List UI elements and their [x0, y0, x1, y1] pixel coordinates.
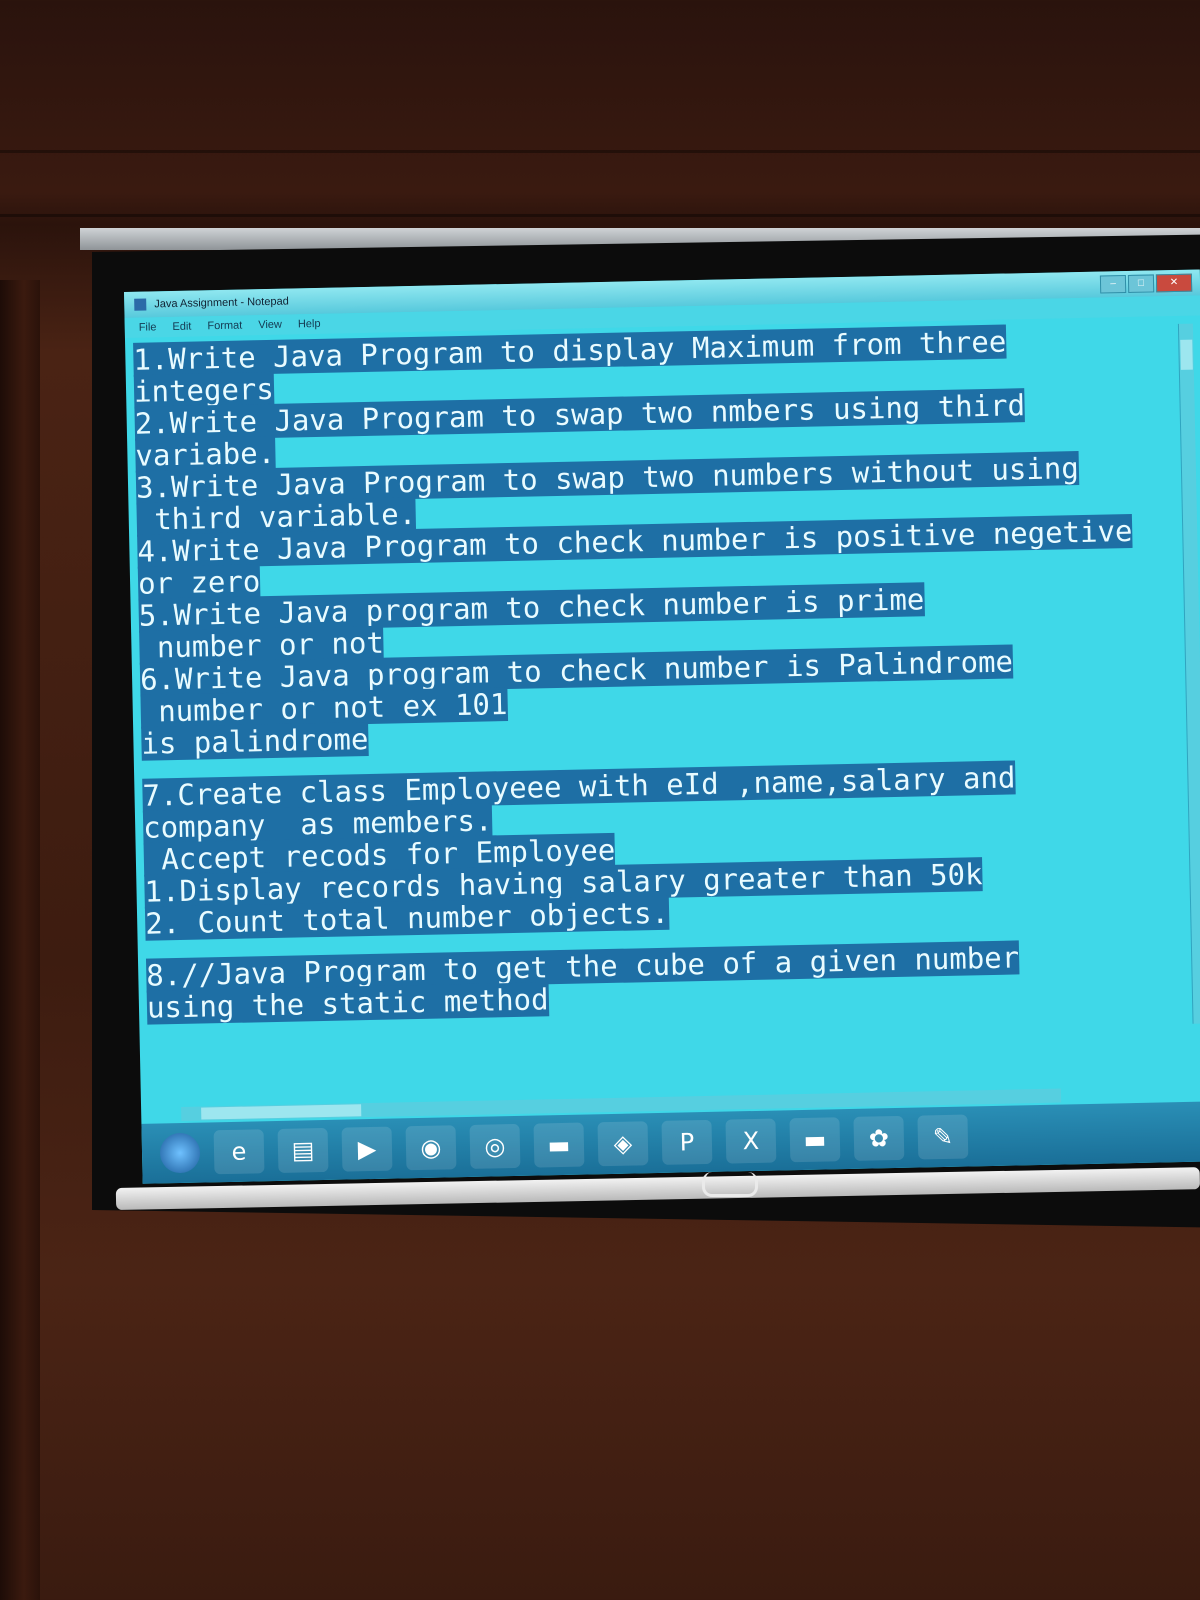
app-icon[interactable]: ▬	[533, 1122, 585, 1168]
screen-pull-handle	[702, 1172, 758, 1197]
text-editor-area[interactable]: 1.Write Java Program to display Maximum …	[125, 315, 1200, 1103]
app2-icon[interactable]: ◈	[597, 1121, 649, 1167]
selected-text: variabe.	[135, 435, 276, 473]
excel-icon[interactable]: X	[725, 1118, 777, 1164]
notepad-window: Java Assignment - Notepad – □ ✕ File Edi…	[124, 269, 1200, 1184]
selected-text: is palindrome	[141, 721, 369, 761]
scroll-thumb[interactable]	[1180, 339, 1193, 370]
wall-trim	[0, 280, 40, 1600]
close-button[interactable]: ✕	[1155, 273, 1193, 293]
menu-file[interactable]: File	[139, 321, 157, 333]
selected-text: integers	[133, 371, 275, 409]
ie-icon[interactable]: e	[213, 1129, 265, 1175]
maximize-button[interactable]: □	[1127, 274, 1155, 293]
menu-help[interactable]: Help	[298, 318, 321, 330]
notepad-icon[interactable]: ✎	[917, 1114, 969, 1160]
window-controls: – □ ✕	[1099, 273, 1193, 294]
chrome-icon[interactable]: ◎	[469, 1123, 521, 1169]
app3-icon[interactable]: ▬	[789, 1117, 841, 1163]
window-title: Java Assignment - Notepad	[154, 295, 289, 311]
selected-text: using the static method	[146, 982, 549, 1025]
selected-text: or zero	[137, 564, 261, 601]
wall-panel-line	[0, 214, 1200, 217]
menu-format[interactable]: Format	[207, 320, 242, 333]
scroll-thumb[interactable]	[201, 1104, 362, 1120]
menu-view[interactable]: View	[258, 319, 282, 331]
start-button[interactable]	[159, 1132, 201, 1174]
minimize-button[interactable]: –	[1099, 275, 1127, 294]
publisher-icon[interactable]: P	[661, 1119, 713, 1165]
firefox-icon[interactable]: ◉	[405, 1125, 457, 1171]
wall-panel-line	[0, 150, 1200, 153]
notepad-icon	[134, 298, 147, 311]
folder-icon[interactable]: ▤	[277, 1127, 329, 1173]
media-player-icon[interactable]: ▶	[341, 1126, 393, 1172]
menu-edit[interactable]: Edit	[172, 321, 191, 333]
paint-icon[interactable]: ✿	[853, 1115, 905, 1161]
